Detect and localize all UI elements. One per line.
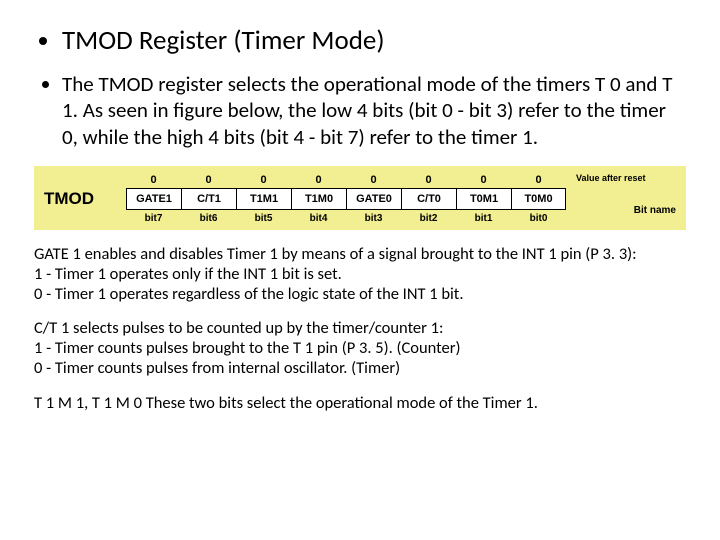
reset-val: 0: [511, 172, 566, 188]
bit-t0m1: T0M1: [456, 188, 511, 210]
bit-t0m0: T0M0: [511, 188, 566, 210]
bits-row: TMOD GATE1 C/T1 T1M1 T1M0 GATE0 C/T0 T0M…: [44, 188, 676, 210]
reset-row: 0 0 0 0 0 0 0 0 Value after reset: [44, 172, 676, 188]
bit-idx: bit0: [511, 210, 566, 224]
bit-idx: bit6: [181, 210, 236, 224]
bit-ct0: C/T0: [401, 188, 456, 210]
bit-idx: bit7: [126, 210, 181, 224]
bit-t1m0: T1M0: [291, 188, 346, 210]
bullet-list: TMOD Register (Timer Mode) The TMOD regi…: [34, 24, 686, 150]
gate1-note: GATE 1 enables and disables Timer 1 by m…: [34, 244, 686, 304]
bit-ct1: C/T1: [181, 188, 236, 210]
reset-val: 0: [181, 172, 236, 188]
reset-val: 0: [236, 172, 291, 188]
reset-label: Value after reset: [576, 174, 646, 184]
bit-idx: bit5: [236, 210, 291, 224]
bit-gate0: GATE0: [346, 188, 401, 210]
bitname-label: Bit name: [634, 205, 676, 216]
intro-text: The TMOD register selects the operationa…: [62, 71, 686, 150]
notes: GATE 1 enables and disables Timer 1 by m…: [34, 244, 686, 413]
bit-gate1: GATE1: [126, 188, 181, 210]
ct1-note: C/T 1 selects pulses to be counted up by…: [34, 318, 686, 378]
reset-val: 0: [291, 172, 346, 188]
reset-val: 0: [401, 172, 456, 188]
register-name: TMOD: [44, 189, 126, 209]
reset-val: 0: [126, 172, 181, 188]
bit-idx: bit3: [346, 210, 401, 224]
slide: TMOD Register (Timer Mode) The TMOD regi…: [0, 0, 720, 413]
t1m-note: T 1 M 1, T 1 M 0 These two bits select t…: [34, 393, 686, 413]
bit-idx: bit2: [401, 210, 456, 224]
bit-idx: bit1: [456, 210, 511, 224]
reset-val: 0: [346, 172, 401, 188]
register-diagram: 0 0 0 0 0 0 0 0 Value after reset TMOD G…: [34, 166, 686, 230]
bit-index-row: bit7 bit6 bit5 bit4 bit3 bit2 bit1 bit0: [44, 210, 676, 224]
slide-title: TMOD Register (Timer Mode): [62, 24, 686, 57]
reset-val: 0: [456, 172, 511, 188]
bit-idx: bit4: [291, 210, 346, 224]
bit-t1m1: T1M1: [236, 188, 291, 210]
